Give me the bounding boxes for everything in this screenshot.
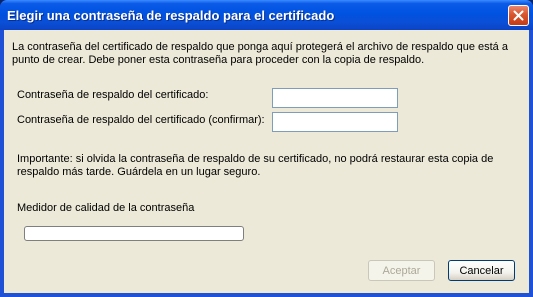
quality-meter-label: Medidor de calidad de la contraseña — [17, 202, 195, 214]
warning-text-line-2: respaldo más tarde. Guárdela en un lugar… — [17, 166, 261, 178]
close-button[interactable] — [508, 5, 529, 26]
password-field[interactable] — [272, 88, 398, 108]
warning-text-line-1: Importante: si olvida la contraseña de r… — [17, 153, 494, 165]
accept-button[interactable]: Aceptar — [368, 260, 435, 281]
dialog-window: Elegir una contraseña de respaldo para e… — [0, 0, 533, 297]
password-quality-meter — [24, 226, 244, 241]
title-bar[interactable]: Elegir una contraseña de respaldo para e… — [0, 0, 533, 30]
close-icon — [513, 10, 524, 21]
password-label: Contraseña de respaldo del certificado: — [17, 89, 209, 101]
window-title: Elegir una contraseña de respaldo para e… — [7, 8, 335, 23]
confirm-password-label: Contraseña de respaldo del certificado (… — [17, 114, 265, 126]
dialog-body: La contraseña del certificado de respald… — [4, 30, 529, 293]
intro-text-line-1: La contraseña del certificado de respald… — [12, 41, 508, 53]
intro-text-line-2: punto de crear. Debe poner esta contrase… — [12, 54, 425, 66]
confirm-password-field[interactable] — [272, 112, 398, 132]
cancel-button[interactable]: Cancelar — [448, 260, 515, 281]
